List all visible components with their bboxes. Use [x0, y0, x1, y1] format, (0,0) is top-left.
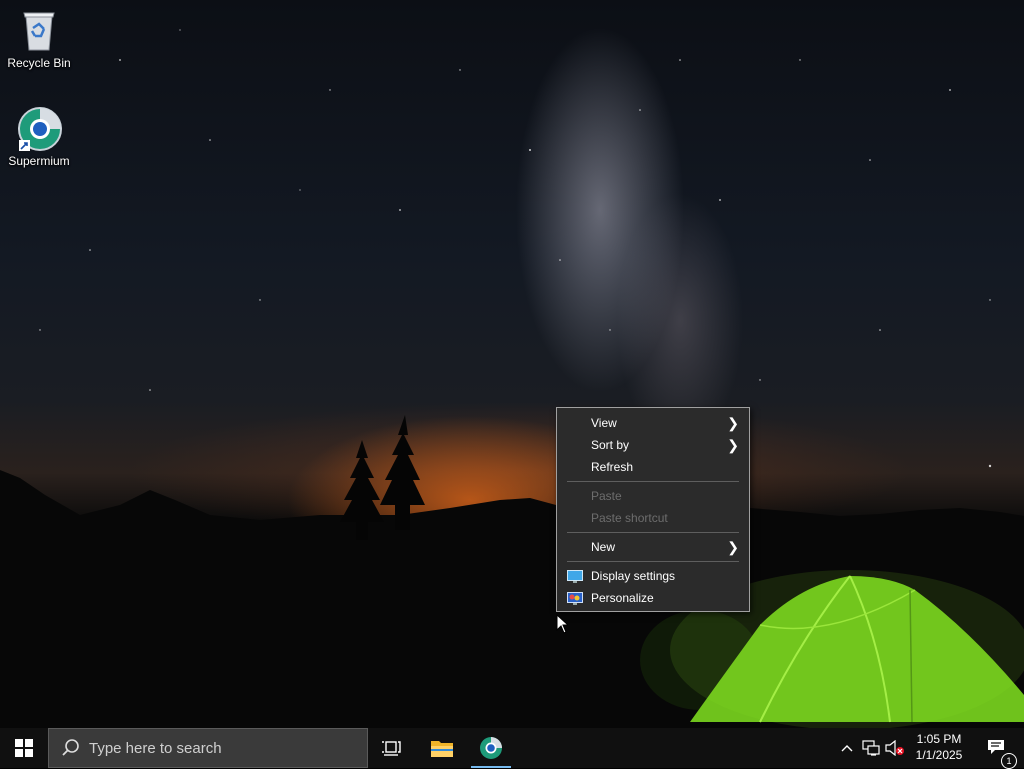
action-center-button[interactable]: 1 [978, 728, 1018, 769]
file-explorer-icon [431, 741, 453, 757]
menu-item-new[interactable]: New ❯ [557, 536, 749, 558]
chevron-right-icon: ❯ [727, 415, 739, 431]
menu-item-display-settings[interactable]: Display settings [557, 565, 749, 587]
notification-count-badge: 1 [1001, 753, 1017, 769]
wallpaper-scenery [0, 29, 1024, 728]
volume-muted-icon [885, 740, 904, 756]
network-icon [862, 740, 880, 756]
menu-item-view[interactable]: View ❯ [557, 412, 749, 434]
start-button[interactable] [0, 728, 48, 768]
volume-tray-button[interactable] [884, 728, 906, 768]
menu-separator [567, 561, 739, 562]
menu-item-refresh[interactable]: Refresh [557, 456, 749, 478]
menu-item-label: Paste shortcut [591, 511, 668, 525]
network-tray-button[interactable] [860, 728, 882, 768]
display-icon [567, 569, 583, 583]
file-explorer-taskbar-button[interactable] [418, 728, 466, 768]
clock-date: 1/1/2025 [915, 748, 963, 762]
desktop-icon-supermium[interactable]: Supermium [1, 106, 77, 168]
desktop-icon-recycle-bin[interactable]: Recycle Bin [1, 8, 77, 70]
menu-item-personalize[interactable]: Personalize [557, 587, 749, 609]
task-view-icon [382, 741, 401, 756]
desktop-icon-label: Supermium [8, 154, 70, 168]
menu-item-label: Display settings [591, 569, 676, 583]
menu-separator [567, 532, 739, 533]
desktop-wallpaper[interactable] [0, 0, 1024, 728]
task-view-button[interactable] [368, 728, 416, 768]
supermium-taskbar-button[interactable] [467, 728, 515, 768]
menu-item-label: Sort by [591, 438, 630, 452]
menu-item-label: View [591, 416, 617, 430]
search-icon [61, 738, 81, 762]
menu-separator [567, 481, 739, 482]
supermium-browser-icon [480, 737, 502, 759]
desktop-context-menu: View ❯ Sort by ❯ Refresh Paste Paste sho… [556, 407, 750, 612]
windows-logo-icon [15, 739, 33, 757]
taskbar-search-box[interactable]: Type here to search [48, 728, 368, 768]
notification-icon [988, 740, 1004, 754]
personalize-icon [567, 591, 583, 605]
chevron-up-icon [841, 745, 853, 752]
clock-time: 1:05 PM [916, 732, 962, 746]
menu-item-paste: Paste [557, 485, 749, 507]
show-hidden-icons-button[interactable] [838, 728, 856, 768]
supermium-browser-icon [17, 106, 62, 151]
menu-item-sort-by[interactable]: Sort by ❯ [557, 434, 749, 456]
menu-item-paste-shortcut: Paste shortcut [557, 507, 749, 529]
mouse-pointer-icon [556, 613, 570, 639]
menu-item-label: Paste [591, 489, 622, 503]
taskbar-clock[interactable]: 1:05 PM 1/1/2025 [906, 728, 972, 768]
search-placeholder: Type here to search [89, 740, 222, 757]
menu-item-label: Personalize [591, 591, 654, 605]
recycle-bin-icon [17, 8, 61, 52]
chevron-right-icon: ❯ [727, 437, 739, 453]
menu-item-label: New [591, 540, 616, 554]
taskbar: Type here to search 1:05 PM 1/1/2025 1 [0, 728, 1024, 769]
desktop-icon-label: Recycle Bin [7, 56, 71, 70]
menu-item-label: Refresh [591, 460, 634, 474]
chevron-right-icon: ❯ [727, 539, 739, 555]
